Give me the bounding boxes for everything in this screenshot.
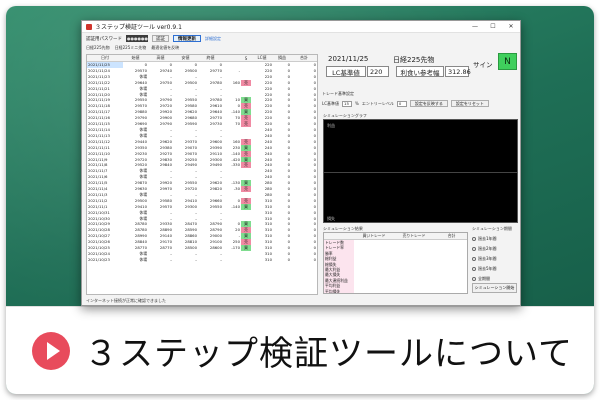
lc-setting-input[interactable]: 15 [342, 100, 353, 107]
banner: ３ステップ検証ツールについて [6, 306, 594, 394]
toolbar: 認証用パスワード ●●●●●● 認証 情報更新 詳細設定 [82, 33, 520, 44]
future-label: 日経225先物 [393, 56, 435, 64]
settings-title: トレード基準設定 [322, 91, 354, 96]
period-option[interactable]: 全期間 [472, 276, 518, 282]
play-icon[interactable] [32, 331, 70, 370]
stop-value: 312.86 [445, 66, 471, 77]
maximize-button[interactable]: ☐ [484, 21, 502, 33]
cell-low: – [195, 256, 197, 262]
cell-diff [223, 257, 241, 263]
market-selector: 日経225先物 日経225ミニ先物 最適化値を反映 [82, 44, 520, 52]
cell-date: 2021/10/23 [88, 256, 110, 262]
period-option-label: 過去3年間 [478, 256, 497, 261]
entry-level-input[interactable]: 0 [396, 100, 407, 107]
apply-settings-button[interactable]: 設定を反映する [409, 100, 448, 107]
app-icon [86, 23, 92, 30]
graph-loss-label: 損失 [327, 216, 335, 221]
option-nikkei225[interactable]: 日経225先物 [86, 45, 110, 51]
info-panel: 2021/11/25 日経225先物 LC基準値 220 利食い参考幅 312.… [322, 53, 518, 87]
period-option-label: 過去2年間 [478, 246, 497, 251]
reset-settings-button[interactable]: 設定をリセット [450, 100, 489, 107]
cell-total: 0 [313, 256, 316, 262]
lc-unit: % [355, 101, 359, 106]
settings-row: LC基準値 15 % エントリーレベル 0 設定を反映する 設定をリセット [322, 100, 518, 107]
radio-icon[interactable] [472, 257, 476, 261]
table-row[interactable]: 2021/10/23 休場 – – – 310 0 0 [87, 257, 317, 263]
window-title: ３ステップ検証ツール ver0.9.1 [95, 24, 182, 31]
window-titlebar: ３ステップ検証ツール ver0.9.1 — ☐ ✕ [82, 21, 520, 33]
stop-label: 利食い参考幅 [396, 66, 444, 77]
period-panel: シミュレーション期間 過去1年間過去2年間過去3年間過去5年間全期間 [472, 226, 518, 282]
trade-settings: トレード基準設定 LC基準値 15 % エントリーレベル 0 設定を反映する 設… [322, 91, 518, 113]
radio-icon[interactable] [472, 247, 476, 251]
current-date: 2021/11/25 [328, 55, 369, 63]
minimize-button[interactable]: — [466, 21, 484, 33]
update-button[interactable]: 情報更新 [173, 35, 201, 42]
option-apply-optimized[interactable]: 最適化値を反映 [151, 45, 179, 51]
simulation-graph: 利益 損失 [323, 119, 518, 223]
banner-title: ３ステップ検証ツールについて [84, 334, 573, 374]
cell-open: 休場 [139, 256, 147, 262]
cell-pnl: 0 [287, 256, 290, 262]
lc-value: 220 [367, 66, 389, 77]
auth-button[interactable]: 認証 [152, 35, 169, 42]
cell-high: – [170, 256, 172, 262]
cell-close: – [220, 256, 222, 262]
graph-divider [324, 172, 517, 173]
price-table[interactable]: 日付 始値 高値 安値 終値 S LC値 損益 合計 2021/11/25 0 0 0… [86, 54, 318, 295]
lc-setting-label: LC基準値 [322, 100, 340, 106]
period-option[interactable]: 過去1年間 [472, 236, 518, 242]
period-title: シミュレーション期間 [472, 226, 512, 231]
settings-link[interactable]: 詳細設定 [205, 36, 221, 42]
entry-level-label: エントリーレベル [361, 100, 394, 106]
password-label: 認証用パスワード [86, 36, 122, 42]
cell-lc: 310 [264, 256, 272, 262]
sign-label: サイン [473, 61, 493, 69]
radio-icon[interactable] [472, 237, 476, 241]
period-option-label: 過去5年間 [478, 266, 497, 271]
radio-icon[interactable] [472, 277, 476, 281]
lc-label: LC基準値 [326, 66, 366, 77]
status-bar: インターネット接続が正常に確認できました [86, 298, 166, 303]
sign-indicator: N [498, 53, 517, 70]
close-button[interactable]: ✕ [502, 21, 520, 33]
graph-profit-label: 利益 [327, 123, 335, 128]
option-nikkei225-mini[interactable]: 日経225ミニ先物 [115, 45, 147, 51]
period-option[interactable]: 過去3年間 [472, 256, 518, 262]
app-window: ３ステップ検証ツール ver0.9.1 — ☐ ✕ 認証用パスワード ●●●●●… [81, 20, 521, 306]
period-option-label: 全期間 [478, 276, 490, 281]
period-option[interactable]: 過去5年間 [472, 266, 518, 272]
period-option[interactable]: 過去2年間 [472, 246, 518, 252]
period-option-label: 過去1年間 [478, 236, 497, 241]
radio-icon[interactable] [472, 267, 476, 271]
cell-signal [241, 257, 251, 263]
simulation-table: 買いトレード 売りトレード 合計 トレード数 トレード率 勝率 総利益 総損失 最大利益最… [323, 232, 468, 294]
password-input[interactable]: ●●●●●● [126, 35, 148, 42]
start-simulation-button[interactable]: シミュレーション開始 [472, 283, 517, 293]
